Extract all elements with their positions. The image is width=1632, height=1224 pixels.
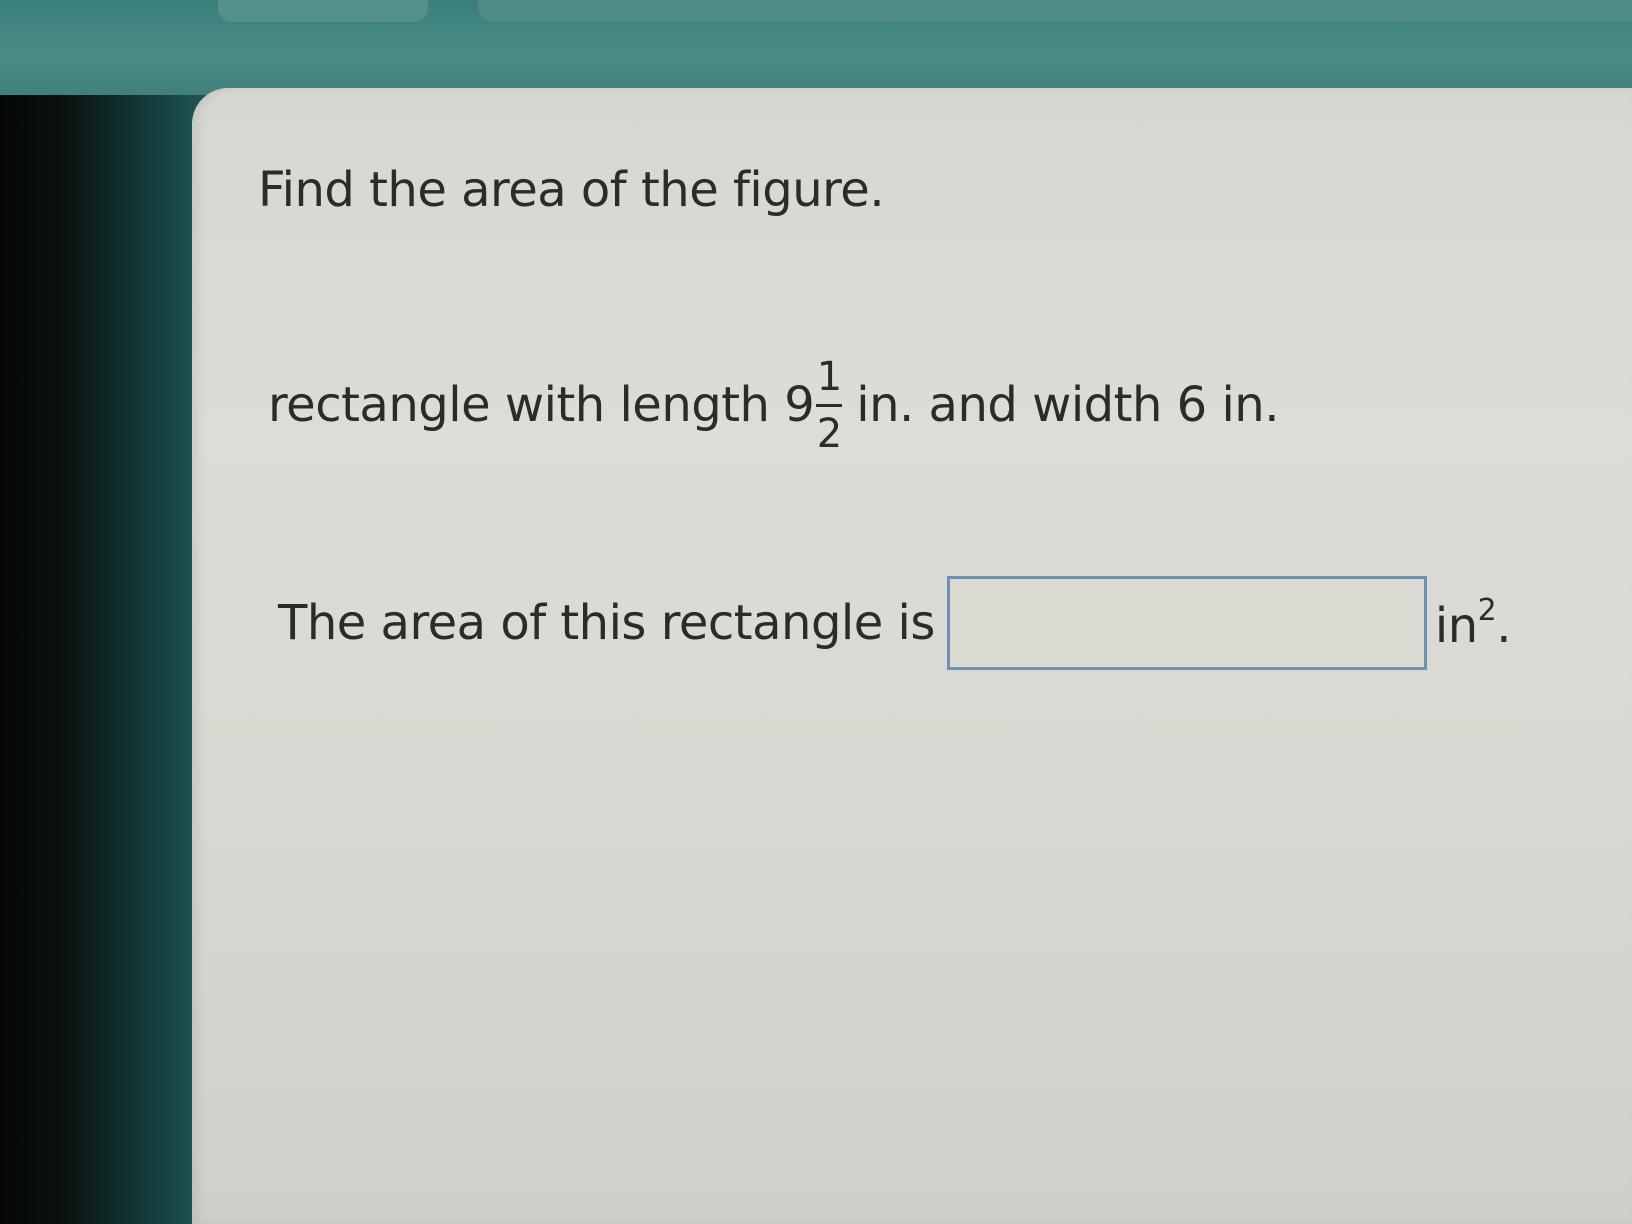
- fraction-denominator: 2: [816, 410, 842, 457]
- problem-statement: rectangle with length 9 1 2 in. and widt…: [268, 330, 1279, 480]
- unit-exponent: 2: [1477, 592, 1497, 628]
- problem-prefix: rectangle with length 9: [268, 377, 815, 433]
- fraction-numerator: 1: [816, 353, 842, 400]
- answer-unit: in2.: [1434, 592, 1512, 654]
- mixed-number-fraction: 1 2: [816, 353, 843, 457]
- question-heading: Find the area of the figure.: [258, 162, 885, 218]
- toolbar-tab-left[interactable]: [218, 0, 428, 22]
- answer-label: The area of this rectangle is: [278, 595, 935, 651]
- area-answer-input[interactable]: [946, 576, 1427, 670]
- unit-period: .: [1496, 597, 1512, 654]
- unit-base: in: [1434, 597, 1478, 654]
- toolbar-tab-right[interactable]: [478, 0, 1632, 22]
- top-toolbar-strip: [0, 0, 1632, 95]
- problem-suffix: in. and width 6 in.: [856, 377, 1279, 433]
- fraction-bar: [816, 403, 843, 407]
- answer-row: The area of this rectangle is in2.: [278, 568, 1512, 678]
